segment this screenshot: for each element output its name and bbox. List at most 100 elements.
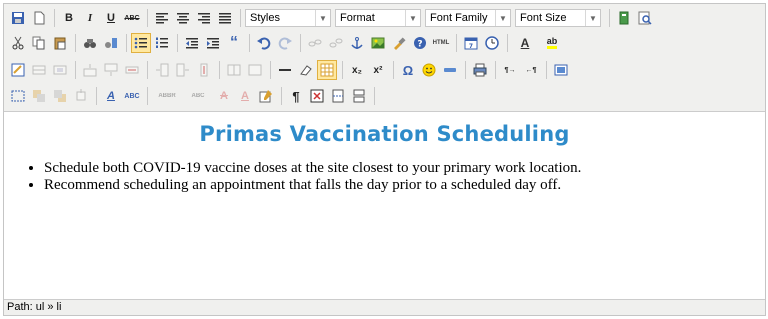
strikethrough-button[interactable]: ABC xyxy=(122,8,142,28)
split-cells-icon[interactable] xyxy=(224,60,244,80)
move-forward-icon[interactable] xyxy=(29,86,49,106)
save-icon[interactable] xyxy=(8,8,28,28)
align-right-icon[interactable] xyxy=(194,8,214,28)
editor-toolbar: B I U ABC Styles ▼ Format ▼ Font Family … xyxy=(4,4,765,112)
insert-layer-icon[interactable] xyxy=(8,86,28,106)
print-icon[interactable] xyxy=(470,60,490,80)
row-props-icon[interactable] xyxy=(29,60,49,80)
cell-props-icon[interactable] xyxy=(50,60,70,80)
paste-icon[interactable] xyxy=(50,33,70,53)
insert-row-after-icon[interactable] xyxy=(101,60,121,80)
merge-cells-icon[interactable] xyxy=(245,60,265,80)
insert-time-icon[interactable] xyxy=(482,33,502,53)
cleanup-icon[interactable] xyxy=(389,33,409,53)
abbreviation-button[interactable]: ABBR xyxy=(152,86,182,106)
absolute-position-icon[interactable] xyxy=(71,86,91,106)
font-size-select[interactable]: Font Size ▼ xyxy=(515,9,601,27)
delete-row-icon[interactable] xyxy=(122,60,142,80)
emoticon-icon[interactable] xyxy=(419,60,439,80)
chevron-down-icon: ▼ xyxy=(405,10,420,26)
spellcheck-button[interactable]: ABC xyxy=(122,86,142,106)
separator xyxy=(456,34,457,52)
list-item: Schedule both COVID-19 vaccine doses at … xyxy=(44,160,581,177)
rtl-button[interactable]: ←¶ xyxy=(521,60,541,80)
cut-icon[interactable] xyxy=(8,33,28,53)
align-left-icon[interactable] xyxy=(152,8,172,28)
visual-aid-icon[interactable] xyxy=(317,60,337,80)
ltr-button[interactable]: ¶→ xyxy=(500,60,520,80)
html-source-button[interactable]: HTML xyxy=(431,33,451,53)
preview-icon[interactable] xyxy=(635,8,655,28)
special-char-button[interactable]: Ω xyxy=(398,60,418,80)
fullscreen-icon[interactable] xyxy=(551,60,571,80)
bullet-list-icon[interactable] xyxy=(131,33,151,53)
font-size-select-label: Font Size xyxy=(520,12,567,24)
toolbar-row-3: x₂ x² Ω ¶→ ←¶ xyxy=(8,59,572,81)
svg-text:7: 7 xyxy=(469,43,473,50)
document-heading: Primas Vaccination Scheduling xyxy=(199,122,570,146)
non-breaking-icon[interactable] xyxy=(307,86,327,106)
move-backward-icon[interactable] xyxy=(50,86,70,106)
format-select[interactable]: Format ▼ xyxy=(335,9,421,27)
background-color-label: ab xyxy=(546,37,558,49)
align-center-icon[interactable] xyxy=(173,8,193,28)
remove-format-icon[interactable] xyxy=(296,60,316,80)
separator xyxy=(393,61,394,79)
insert-row-before-icon[interactable] xyxy=(80,60,100,80)
editor-content-area[interactable]: Primas Vaccination Scheduling Schedule b… xyxy=(4,112,765,299)
horizontal-rule-icon[interactable] xyxy=(275,60,295,80)
superscript-button[interactable]: x² xyxy=(368,60,388,80)
separator xyxy=(249,34,250,52)
rich-text-editor: B I U ABC Styles ▼ Format ▼ Font Family … xyxy=(3,3,766,316)
help-icon[interactable]: ? xyxy=(410,33,430,53)
replace-icon[interactable] xyxy=(101,33,121,53)
insert-col-after-icon[interactable] xyxy=(173,60,193,80)
indent-icon[interactable] xyxy=(203,33,223,53)
table-props-icon[interactable] xyxy=(8,60,28,80)
split-document-icon[interactable] xyxy=(349,86,369,106)
styles-select-label: Styles xyxy=(250,12,280,24)
list-item: Recommend scheduling an appointment that… xyxy=(44,177,581,194)
italic-button[interactable]: I xyxy=(80,8,100,28)
separator xyxy=(240,9,241,27)
format-select-label: Format xyxy=(340,12,375,24)
align-justify-icon[interactable] xyxy=(215,8,235,28)
bold-button[interactable]: B xyxy=(59,8,79,28)
undo-icon[interactable] xyxy=(254,33,274,53)
new-document-icon[interactable] xyxy=(29,8,49,28)
insert-date-icon[interactable]: 7 xyxy=(461,33,481,53)
font-family-select[interactable]: Font Family ▼ xyxy=(425,9,511,27)
separator xyxy=(270,61,271,79)
insert-text-button[interactable]: A xyxy=(235,86,255,106)
copy-icon[interactable] xyxy=(29,33,49,53)
template-icon[interactable] xyxy=(614,8,634,28)
insert-col-before-icon[interactable] xyxy=(152,60,172,80)
outdent-icon[interactable] xyxy=(182,33,202,53)
blockquote-button[interactable]: “ xyxy=(224,33,244,53)
image-icon[interactable] xyxy=(368,33,388,53)
underline-button[interactable]: U xyxy=(101,8,121,28)
page-break-icon[interactable] xyxy=(328,86,348,106)
unlink-icon[interactable] xyxy=(326,33,346,53)
find-icon[interactable] xyxy=(80,33,100,53)
background-color-button[interactable]: ab xyxy=(539,33,565,53)
attributes-icon[interactable] xyxy=(256,86,276,106)
separator xyxy=(374,87,375,105)
link-icon[interactable] xyxy=(305,33,325,53)
separator xyxy=(147,9,148,27)
text-color-button[interactable]: A xyxy=(512,33,538,53)
separator xyxy=(75,61,76,79)
element-path: Path: ul » li xyxy=(7,301,62,313)
media-icon[interactable] xyxy=(440,60,460,80)
visual-chars-button[interactable]: ¶ xyxy=(286,86,306,106)
subscript-button[interactable]: x₂ xyxy=(347,60,367,80)
chevron-down-icon: ▼ xyxy=(495,10,510,26)
anchor-icon[interactable] xyxy=(347,33,367,53)
style-props-button[interactable]: A xyxy=(101,86,121,106)
acronym-button[interactable]: ABC xyxy=(183,86,213,106)
delete-col-icon[interactable] xyxy=(194,60,214,80)
styles-select[interactable]: Styles ▼ xyxy=(245,9,331,27)
numbered-list-icon[interactable] xyxy=(152,33,172,53)
delete-text-button[interactable]: A xyxy=(214,86,234,106)
redo-icon[interactable] xyxy=(275,33,295,53)
